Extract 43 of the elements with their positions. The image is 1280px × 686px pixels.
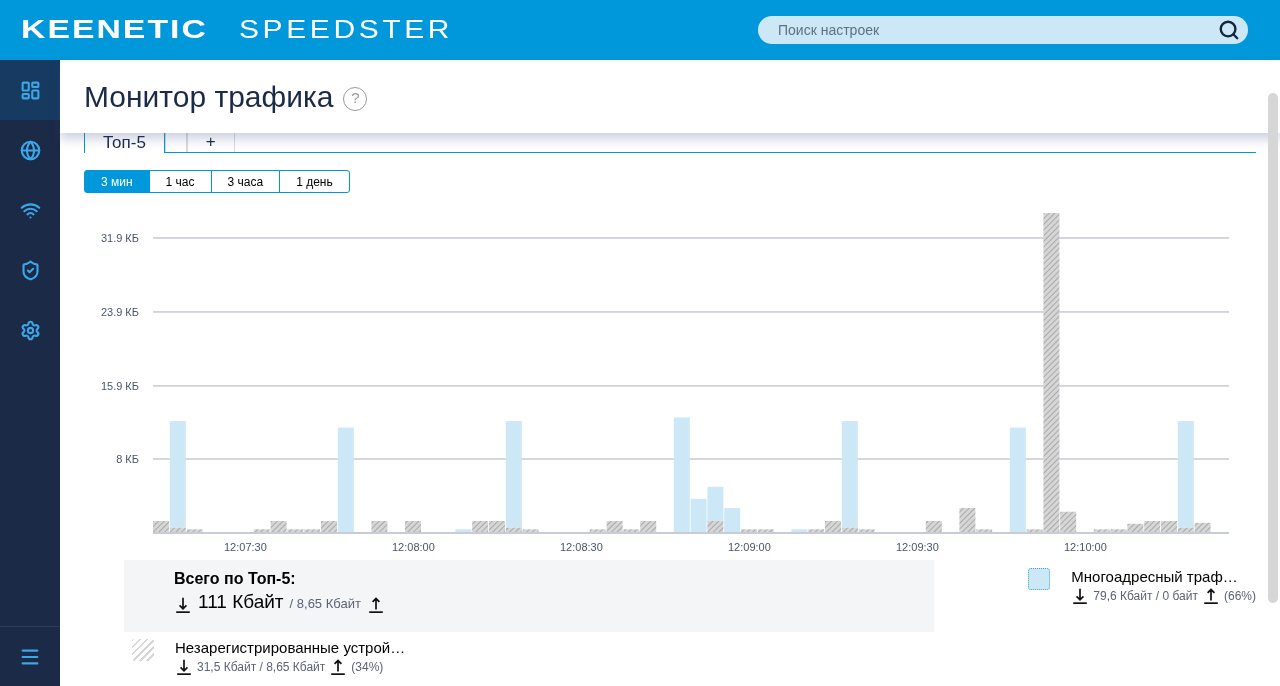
axis-label: 15.9 КБ (100, 379, 139, 392)
logo-model: SPEEDSTER (239, 14, 454, 46)
summary-upload: / 8,65 Кбайт (289, 594, 361, 613)
tab[interactable] (164, 132, 187, 152)
download-arrow-icon (1071, 587, 1090, 604)
legend-stats: 79,6 Кбайт / 0 байт (1093, 589, 1198, 604)
summary-download: 111 Кбайт (198, 591, 284, 613)
axis-label: 12:07:30 (224, 541, 267, 553)
axis-label: 12:08:30 (560, 541, 603, 553)
axis-label: 12:09:00 (728, 541, 771, 553)
upload-arrow-icon (1202, 587, 1220, 604)
download-arrow-icon (174, 596, 192, 613)
search-field[interactable]: Поиск настроек (758, 16, 1248, 44)
axis-label: 8 КБ (116, 453, 139, 465)
legend-swatch (132, 639, 154, 661)
settings-icon (19, 319, 41, 341)
tab[interactable]: + (186, 132, 235, 152)
search-icon[interactable] (1218, 19, 1240, 41)
legend-name: Незарегистрированные устрой… (175, 638, 406, 658)
upload-arrow-icon (329, 658, 348, 675)
legend-swatch (1028, 568, 1051, 590)
legend-share: (34%) (351, 660, 384, 675)
axis-label: 12:09:30 (896, 541, 939, 553)
axis-label: 12:08:00 (392, 541, 435, 553)
globe-icon (19, 139, 41, 161)
legend-name: Многоадресный траф… (1071, 567, 1239, 587)
axis-label: 31.9 КБ (100, 231, 139, 244)
dashboard-icon (19, 79, 41, 101)
shield-icon (19, 259, 41, 281)
page-title: Монитор трафика (84, 79, 334, 115)
legend-stats: 31,5 Кбайт / 8,65 Кбайт (197, 660, 326, 675)
range-button[interactable]: 1 час (148, 170, 212, 193)
axis-label: 12:10:00 (1064, 541, 1107, 553)
axis-label: 23.9 КБ (100, 305, 139, 318)
legend-share: (66%) (1224, 589, 1256, 604)
sidebar-item[interactable] (0, 60, 60, 120)
tab[interactable]: Топ-5 (84, 132, 165, 153)
upload-arrow-icon (366, 596, 385, 613)
range-button[interactable]: 3 часа (210, 170, 281, 193)
download-arrow-icon (175, 658, 193, 675)
summary-title: Всего по Топ-5: (174, 569, 297, 589)
logo-brand: KEENETIC (21, 14, 208, 46)
range-button[interactable]: 1 день (279, 170, 350, 193)
